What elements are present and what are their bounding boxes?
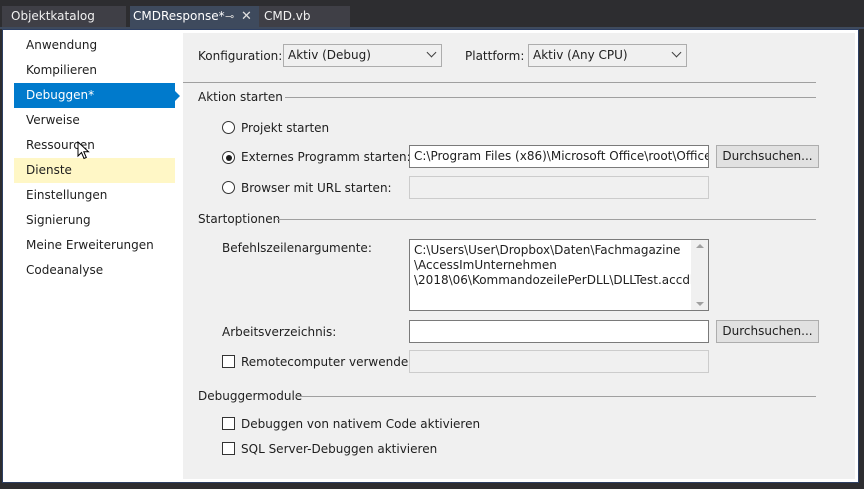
konfiguration-dropdown[interactable]: Aktiv (Debug) xyxy=(283,44,442,67)
projekt-starten-radio[interactable] xyxy=(222,121,235,134)
chevron-down-icon xyxy=(671,47,682,58)
nav-item-dienste[interactable]: Dienste xyxy=(14,158,175,183)
arbeitsverzeichnis-label: Arbeitsverzeichnis: xyxy=(222,325,337,339)
browser-url-radio[interactable] xyxy=(222,181,235,194)
args-line: \AccessImUnternehmen xyxy=(414,258,557,272)
native-code-label: Debuggen von nativem Code aktivieren xyxy=(241,417,481,431)
externes-programm-label: Externes Programm starten: xyxy=(241,150,411,164)
nav-item-einstellungen[interactable]: Einstellungen xyxy=(14,183,175,208)
document-tab-strip: Objektkatalog CMDResponse* ⊸ ✕ CMD.vb xyxy=(0,0,864,29)
remotecomputer-checkbox[interactable] xyxy=(222,355,235,368)
tab-cmd-vb[interactable]: CMD.vb xyxy=(259,6,350,27)
browse-workdir-button[interactable]: Durchsuchen... xyxy=(716,320,819,343)
nav-item-debuggen[interactable]: Debuggen* xyxy=(14,83,180,108)
args-line: \2018\06\KommandozeilePerDLL\DLLTest.acc… xyxy=(414,273,698,287)
scroll-up-icon[interactable] xyxy=(696,244,704,248)
nav-item-anwendung[interactable]: Anwendung xyxy=(14,33,175,58)
nav-item-ressourcen[interactable]: Ressourcen xyxy=(14,133,175,158)
externes-programm-radio[interactable] xyxy=(222,151,235,164)
plattform-value: Aktiv (Any CPU) xyxy=(533,48,628,62)
nav-item-verweise[interactable]: Verweise xyxy=(14,108,175,133)
aktion-starten-heading: Aktion starten xyxy=(198,90,283,104)
tab-cmdresponse[interactable]: CMDResponse* ⊸ ✕ xyxy=(130,6,259,27)
nav-item-codeanalyse[interactable]: Codeanalyse xyxy=(14,258,175,283)
native-code-checkbox[interactable] xyxy=(222,417,235,430)
plattform-dropdown[interactable]: Aktiv (Any CPU) xyxy=(528,44,687,67)
startoptionen-heading: Startoptionen xyxy=(198,212,281,226)
arbeitsverzeichnis-input[interactable] xyxy=(409,320,709,343)
projekt-starten-label: Projekt starten xyxy=(241,121,330,135)
section-divider xyxy=(277,219,816,220)
browser-url-label: Browser mit URL starten: xyxy=(241,181,392,195)
befehlszeilenargumente-label: Befehlszeilenargumente: xyxy=(222,241,372,255)
mouse-cursor-icon xyxy=(77,141,90,160)
pin-icon[interactable]: ⊸ xyxy=(225,6,234,27)
sql-debugging-checkbox[interactable] xyxy=(222,442,235,455)
chevron-down-icon xyxy=(426,47,437,58)
section-divider xyxy=(285,97,816,98)
browser-url-input[interactable] xyxy=(409,176,709,199)
section-divider xyxy=(295,396,816,397)
konfiguration-value: Aktiv (Debug) xyxy=(288,48,371,62)
remotecomputer-label: Remotecomputer verwenden xyxy=(241,355,416,369)
tab-label: Objektkatalog xyxy=(11,9,95,23)
selection-arrow-icon xyxy=(175,91,180,101)
scroll-down-icon[interactable] xyxy=(696,302,704,306)
debuggermodule-heading: Debuggermodule xyxy=(198,389,303,403)
config-divider xyxy=(183,82,816,83)
debug-settings-pane: Konfiguration: Aktiv (Debug) Plattform: … xyxy=(183,33,855,479)
tab-label: CMDResponse* xyxy=(133,9,225,23)
close-icon[interactable]: ✕ xyxy=(241,6,252,27)
externes-programm-value: C:\Program Files (x86)\Microsoft Office\… xyxy=(414,149,708,163)
args-line: C:\Users\User\Dropbox\Daten\Fachmagazine xyxy=(414,243,681,257)
remotecomputer-input[interactable] xyxy=(409,350,709,373)
nav-item-signierung[interactable]: Signierung xyxy=(14,208,175,233)
browse-program-button[interactable]: Durchsuchen... xyxy=(716,145,819,168)
plattform-label: Plattform: xyxy=(465,49,525,63)
args-scrollbar[interactable] xyxy=(691,240,708,310)
befehlszeilenargumente-textarea[interactable]: C:\Users\User\Dropbox\Daten\Fachmagazine… xyxy=(409,239,709,311)
sql-debugging-label: SQL Server-Debuggen aktivieren xyxy=(241,442,438,456)
nav-item-meine-erweiterungen[interactable]: Meine Erweiterungen xyxy=(14,233,175,258)
tab-objektkatalog[interactable]: Objektkatalog xyxy=(2,6,126,27)
externes-programm-input[interactable]: C:\Program Files (x86)\Microsoft Office\… xyxy=(409,145,709,168)
tab-label: CMD.vb xyxy=(264,9,311,23)
konfiguration-label: Konfiguration: xyxy=(198,49,283,63)
nav-item-label: Debuggen* xyxy=(26,88,95,102)
nav-item-kompilieren[interactable]: Kompilieren xyxy=(14,58,175,83)
